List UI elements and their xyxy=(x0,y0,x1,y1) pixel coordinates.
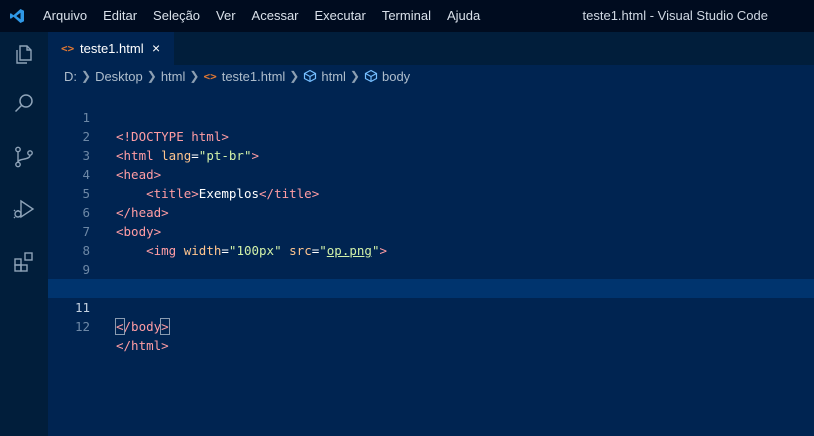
menu-ajuda[interactable]: Ajuda xyxy=(439,0,488,32)
activity-bar xyxy=(0,32,48,436)
breadcrumb-symbol-body[interactable]: body xyxy=(364,69,410,84)
menu-ver[interactable]: Ver xyxy=(208,0,244,32)
code-line[interactable]: 6 <body> xyxy=(48,184,814,239)
tab-bar: <> teste1.html × xyxy=(48,32,814,65)
chevron-right-icon: ❯ xyxy=(189,69,200,83)
breadcrumb-html-folder[interactable]: html xyxy=(161,69,186,84)
code-line[interactable]: 3 <head> xyxy=(48,127,814,182)
bracket-match: > xyxy=(160,318,170,335)
run-debug-icon[interactable] xyxy=(12,197,36,221)
bracket-match: < xyxy=(115,318,125,335)
symbol-field-icon xyxy=(364,69,378,83)
chevron-right-icon: ❯ xyxy=(289,69,300,83)
code-line-current[interactable]: 11 </body> xyxy=(48,279,814,335)
code-line[interactable]: 1 <!DOCTYPE html> xyxy=(48,89,814,144)
breadcrumb: D: ❯ Desktop ❯ html ❯ <> teste1.html ❯ h… xyxy=(48,65,814,87)
menu-arquivo[interactable]: Arquivo xyxy=(35,0,95,32)
close-icon[interactable]: × xyxy=(152,40,160,56)
menu-selecao[interactable]: Seleção xyxy=(145,0,208,32)
html-file-icon: <> xyxy=(61,42,75,55)
breadcrumb-symbol-html[interactable]: html xyxy=(303,69,346,84)
code-editor[interactable]: 1 <!DOCTYPE html> 2 <html lang="pt-br"> … xyxy=(48,89,814,353)
chevron-right-icon: ❯ xyxy=(81,69,92,83)
editor-area: <> teste1.html × D: ❯ Desktop ❯ html ❯ <… xyxy=(48,32,814,436)
menu-terminal[interactable]: Terminal xyxy=(374,0,439,32)
menu-executar[interactable]: Executar xyxy=(307,0,374,32)
code-line[interactable]: 5 </head> xyxy=(48,165,814,220)
extensions-icon[interactable] xyxy=(12,250,36,274)
code-line[interactable]: 2 <html lang="pt-br"> xyxy=(48,108,814,163)
code-token: </html> xyxy=(116,338,169,353)
chevron-right-icon: ❯ xyxy=(349,69,360,83)
title-bar: Arquivo Editar Seleção Ver Acessar Execu… xyxy=(0,0,814,32)
code-line[interactable]: 12 </html> xyxy=(48,298,814,353)
vscode-logo-icon xyxy=(10,9,24,23)
window-title: teste1.html - Visual Studio Code xyxy=(582,8,768,23)
menu-editar[interactable]: Editar xyxy=(95,0,145,32)
code-line[interactable]: 10 xyxy=(48,260,814,296)
search-icon[interactable] xyxy=(12,92,36,116)
tab-teste1-html[interactable]: <> teste1.html × xyxy=(48,32,174,65)
chevron-right-icon: ❯ xyxy=(146,69,157,83)
symbol-field-icon xyxy=(304,69,317,83)
code-line[interactable]: 8 xyxy=(48,222,814,258)
code-line[interactable]: 9 xyxy=(48,241,814,277)
source-control-icon[interactable] xyxy=(12,145,36,169)
breadcrumb-symbol-label: body xyxy=(381,68,411,84)
breadcrumb-file-label: teste1.html xyxy=(221,68,286,84)
breadcrumb-drive[interactable]: D: xyxy=(64,69,77,84)
breadcrumb-file[interactable]: <> teste1.html xyxy=(203,69,285,84)
menu-acessar[interactable]: Acessar xyxy=(244,0,307,32)
breadcrumb-symbol-label: html xyxy=(321,68,346,84)
menu-bar: Arquivo Editar Seleção Ver Acessar Execu… xyxy=(35,0,488,32)
tab-label: teste1.html xyxy=(80,41,144,56)
line-number: 12 xyxy=(74,319,90,334)
breadcrumb-desktop[interactable]: Desktop xyxy=(95,69,143,84)
explorer-icon[interactable] xyxy=(12,42,36,66)
code-line[interactable]: 4 <title>Exemplos</title> xyxy=(48,146,814,201)
code-token: /body xyxy=(123,319,162,334)
html-file-icon: <> xyxy=(203,69,217,83)
code-line[interactable]: 7 <img width="100px" src="op.png"> xyxy=(48,203,814,258)
